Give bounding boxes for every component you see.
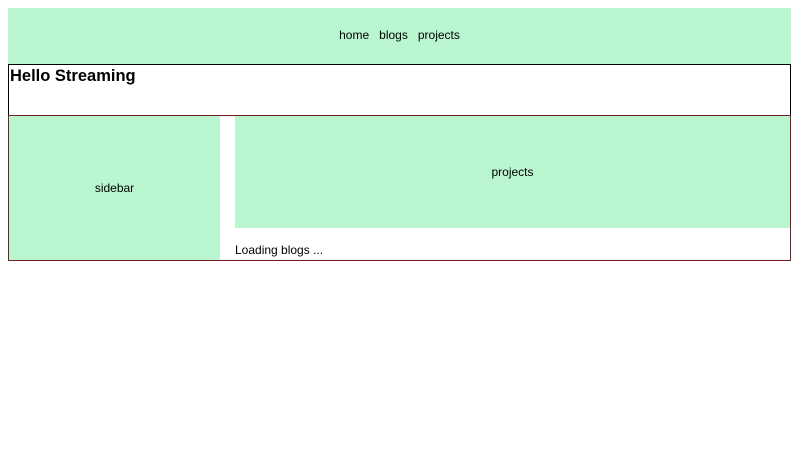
nav-link-projects[interactable]: projects: [418, 28, 460, 42]
projects-panel: projects: [235, 116, 790, 228]
header-section: Hello Streaming: [8, 64, 791, 115]
projects-label: projects: [491, 165, 534, 179]
blogs-loading-text: Loading blogs ...: [235, 243, 324, 257]
nav-link-blogs[interactable]: blogs: [379, 28, 408, 42]
page-title: Hello Streaming: [10, 67, 136, 85]
page: home blogs projects Hello Streaming side…: [0, 0, 800, 473]
sidebar-label: sidebar: [94, 181, 135, 195]
sidebar-panel: sidebar: [9, 116, 220, 260]
nav-link-home[interactable]: home: [339, 28, 369, 42]
top-nav: home blogs projects: [8, 8, 791, 64]
content-section: sidebar projects Loading blogs ...: [8, 115, 791, 261]
